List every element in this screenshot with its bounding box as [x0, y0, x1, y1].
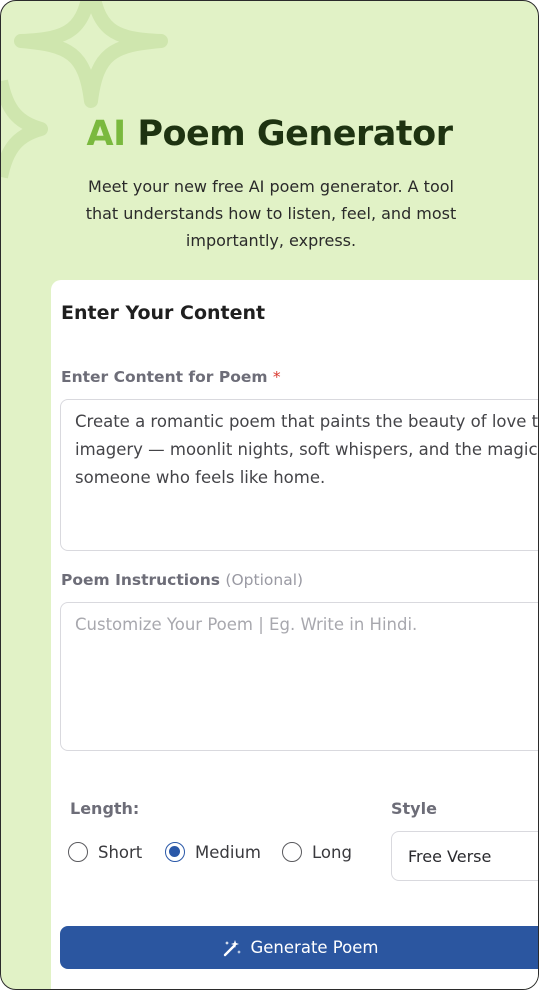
title-accent: AI — [86, 114, 127, 154]
instructions-label-text: Poem Instructions — [61, 571, 221, 589]
radio-long-label: Long — [312, 842, 352, 862]
title-rest: Poem Generator — [137, 114, 453, 154]
poem-content-input[interactable]: Create a romantic poem that paints the b… — [60, 399, 538, 551]
page-subtitle: Meet your new free AI poem generator. A … — [85, 177, 457, 250]
optional-note: (Optional) — [225, 571, 304, 589]
magic-wand-icon — [222, 938, 242, 958]
length-option-short[interactable]: Short — [68, 840, 142, 864]
content-label: Enter Content for Poem * — [61, 368, 281, 386]
radio-long-circle[interactable] — [282, 842, 302, 862]
radio-short-circle[interactable] — [68, 842, 88, 862]
generate-poem-button[interactable]: Generate Poem — [60, 926, 538, 969]
poem-instructions-input[interactable]: Customize Your Poem | Eg. Write in Hindi… — [60, 602, 538, 751]
required-mark: * — [272, 368, 281, 386]
generate-poem-label: Generate Poem — [250, 938, 379, 957]
content-label-text: Enter Content for Poem — [61, 368, 268, 386]
sparkle-star-decoration-icon — [1, 1, 168, 179]
style-select-value: Free Verse — [408, 846, 492, 866]
content-form-card: Enter Your Content Enter Content for Poe… — [51, 280, 538, 989]
page-title: AI Poem Generator — [1, 114, 538, 154]
style-select[interactable]: Free Verse — [391, 831, 538, 881]
style-label: Style — [391, 799, 437, 818]
radio-medium-label: Medium — [195, 842, 261, 862]
app-frame: AI Poem Generator Meet your new free AI … — [0, 0, 539, 990]
length-option-medium[interactable]: Medium — [165, 840, 261, 864]
length-label: Length: — [70, 799, 140, 818]
form-heading: Enter Your Content — [61, 302, 266, 324]
length-option-long[interactable]: Long — [282, 840, 352, 864]
radio-short-label: Short — [98, 842, 143, 862]
instructions-label: Poem Instructions (Optional) — [61, 571, 303, 589]
radio-medium-circle[interactable] — [165, 842, 185, 862]
